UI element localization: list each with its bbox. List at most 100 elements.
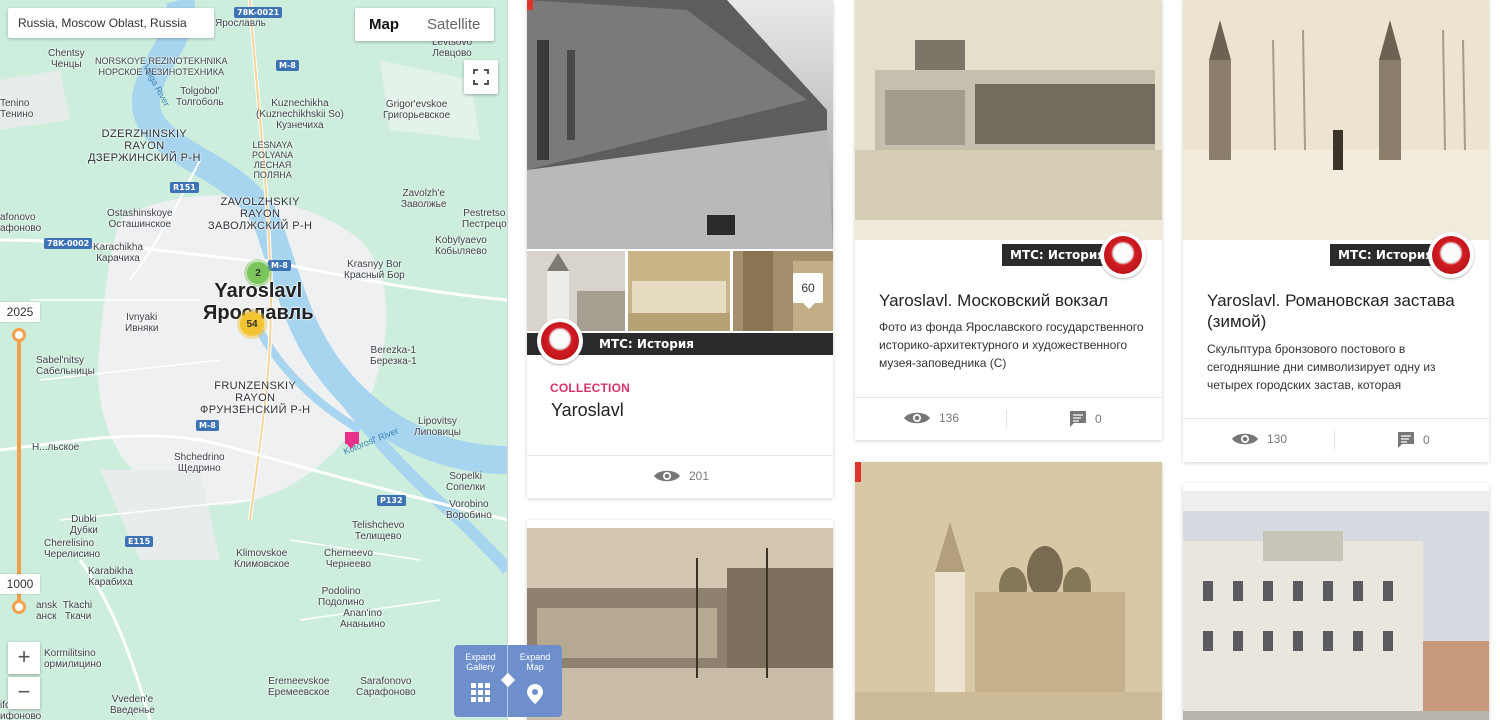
collection-title[interactable]: Yaroslavl — [551, 400, 624, 421]
place-label: Vveden'e Введенье — [110, 694, 155, 716]
year-range-slider[interactable] — [15, 334, 23, 608]
place-label: Vorobino Воробино — [446, 499, 492, 521]
place-label: Tenino Тенино — [0, 98, 34, 120]
collection-card[interactable]: 60 МТС: История COLLECTION Yaroslavl 201 — [527, 0, 833, 498]
place-label: Grigor'evskoe Григорьевское — [383, 99, 451, 121]
place-label: Anan'ino Ананьино — [340, 608, 386, 630]
photo-description: Скульптура бронзового постового в сегодн… — [1207, 342, 1436, 392]
road-shield: M-8 — [268, 260, 291, 271]
place-label: Cherneevo Чернеево — [324, 548, 373, 570]
place-label: Chentsy Ченцы — [48, 48, 85, 70]
photo-card-image[interactable] — [527, 528, 833, 720]
place-label: Berezka-1 Березка-1 — [370, 345, 417, 367]
source-logo-icon[interactable] — [537, 318, 583, 364]
place-label: ansk Tkachi анск Ткачи — [36, 600, 93, 622]
place-label: Ярославль — [215, 18, 266, 29]
place-label: Shchedrino Щедрино — [174, 452, 225, 474]
photo-description: Фото из фонда Ярославского государственн… — [879, 320, 1144, 370]
zoom-out-button[interactable]: − — [8, 677, 40, 709]
photo-card-image[interactable] — [855, 0, 1162, 240]
place-label: Karachikha Карачиха — [93, 242, 144, 264]
district-label: DZERZHINSKIY RAYON ДЗЕРЖИНСКИЙ Р-Н — [88, 128, 201, 164]
comment-icon — [1070, 411, 1086, 427]
place-label: Tolgobol' Толгоболь — [176, 86, 224, 108]
grid-icon — [471, 683, 490, 702]
photo-title[interactable]: Yaroslavl. Романовская застава (зимой) — [1207, 290, 1477, 332]
place-label: Podolino Подолино — [318, 586, 365, 608]
place-label: Н...льское — [32, 442, 80, 453]
year-slider-bottom-handle[interactable] — [12, 600, 26, 614]
place-label: afonovo афоново — [0, 212, 42, 234]
map-type-satellite-button[interactable]: Satellite — [413, 8, 494, 41]
consistory-building-photo-image — [1183, 491, 1489, 720]
building-thumb-image — [628, 251, 730, 331]
map-type-switcher: Map Satellite — [355, 8, 495, 41]
place-label: Kobylyaevo Кобыляево — [435, 235, 487, 257]
year-range-min-label: 1000 — [0, 574, 40, 594]
cathedral-photo-image — [855, 462, 1162, 720]
photo-cluster-marker[interactable]: 2 — [247, 262, 269, 284]
card-stats: 136 0 — [855, 397, 1162, 440]
map-type-map-button[interactable]: Map — [355, 8, 413, 41]
road-shield: M-8 — [196, 420, 219, 431]
photo-card[interactable]: МТС: История Yaroslavl. Московский вокза… — [855, 0, 1162, 440]
photo-title[interactable]: Yaroslavl. Московский вокзал — [879, 290, 1108, 311]
year-range-max-label: 2025 — [0, 302, 40, 322]
photo-card[interactable] — [527, 520, 833, 720]
place-label: LESNAYA POLYANA ЛЕСНАЯ ПОЛЯНА — [252, 140, 294, 180]
place-label: Krasnyy Bor Красный Бор — [344, 259, 405, 281]
photo-card[interactable] — [855, 462, 1162, 720]
photo-card[interactable]: МТС: История Yaroslavl. Романовская заст… — [1183, 0, 1489, 462]
expand-gallery-button[interactable]: Expand Gallery — [454, 645, 508, 717]
railway-station-photo-image — [855, 0, 1162, 240]
map-pin-icon — [527, 684, 543, 704]
eye-icon — [1232, 433, 1258, 445]
place-label: Eremeevskoe Еремеевское — [268, 676, 330, 698]
photo-cluster-marker[interactable]: 54 — [240, 312, 264, 336]
place-label: Zavolzh'e Заволжье — [401, 188, 447, 210]
place-label: Sopelki Сопелки — [446, 471, 486, 493]
street-photo-image — [527, 0, 833, 249]
map-panel[interactable]: 78K-0021 M-8 R151 78K-0002 M-8 M-8 P132 … — [0, 0, 508, 720]
place-label: Kuznechikha (Kuznechikhskii So) Кузнечиха — [256, 98, 344, 131]
place-label: Cherelisino Черелисино — [44, 538, 101, 560]
place-label: Dubki Дубки — [70, 514, 98, 536]
source-logo-icon[interactable] — [1428, 232, 1474, 278]
road-shield: E115 — [125, 536, 154, 547]
comment-icon — [1398, 432, 1414, 448]
photo-card-image[interactable] — [1183, 491, 1489, 720]
comments-stat[interactable]: 0 — [1069, 410, 1102, 428]
collection-photo-count: 60 — [793, 273, 823, 309]
expand-toggle: Expand Gallery Expand Map — [454, 645, 562, 717]
place-label: Sabel'nitsy Сабельницы — [36, 355, 95, 377]
place-label: Kormilitsino ормилицино — [44, 648, 102, 670]
collection-main-photo[interactable] — [527, 0, 833, 249]
place-label: Lipovitsy Липовицы — [414, 416, 461, 438]
collection-thumb[interactable] — [628, 251, 730, 331]
collection-type-label: COLLECTION — [550, 381, 630, 395]
fullscreen-icon — [473, 69, 489, 85]
photo-pin-marker[interactable] — [345, 432, 359, 449]
place-label: Karabikha Карабиха — [88, 566, 134, 588]
views-stat: 130 — [1231, 431, 1287, 447]
expand-map-button[interactable]: Expand Map — [508, 645, 562, 717]
photo-gallery[interactable]: 60 МТС: История COLLECTION Yaroslavl 201 — [508, 0, 1500, 720]
place-label: Telishchevo Телищево — [352, 520, 405, 542]
place-label: Klimovskoe Климовское — [234, 548, 290, 570]
card-stats: 201 — [527, 455, 833, 498]
district-label: FRUNZENSKIY RAYON ФРУНЗЕНСКИЙ Р-Н — [200, 380, 311, 416]
road-shield: P132 — [377, 495, 406, 506]
location-search-field[interactable]: Russia, Moscow Oblast, Russia — [8, 8, 214, 38]
collection-thumb[interactable] — [527, 251, 625, 331]
fullscreen-button[interactable] — [464, 60, 498, 94]
photo-card-image[interactable] — [1183, 0, 1489, 240]
photo-card[interactable] — [1183, 483, 1489, 720]
zoom-in-button[interactable]: + — [8, 642, 40, 674]
stats-divider — [1006, 410, 1007, 428]
road-shield: R151 — [170, 182, 199, 193]
comments-stat[interactable]: 0 — [1397, 431, 1430, 449]
source-logo-icon[interactable] — [1100, 232, 1146, 278]
photo-card-image[interactable] — [855, 462, 1162, 720]
app-root: 78K-0021 M-8 R151 78K-0002 M-8 M-8 P132 … — [0, 0, 1500, 720]
year-slider-top-handle[interactable] — [12, 328, 26, 342]
